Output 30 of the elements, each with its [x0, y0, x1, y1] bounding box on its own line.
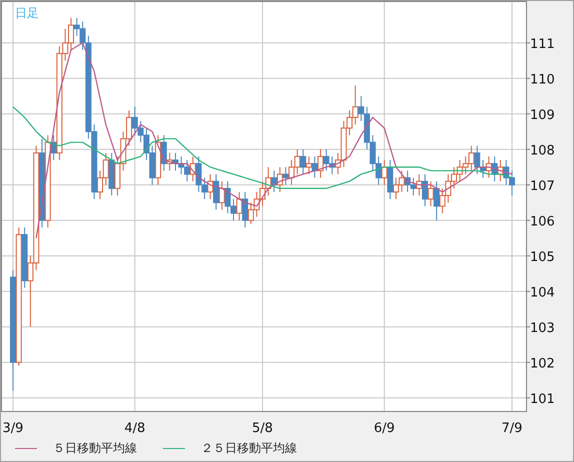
candlestick [422, 174, 428, 207]
candlestick [282, 166, 289, 186]
axis-label: 108 [530, 143, 555, 158]
legend-label: ５日移動平均線 [53, 440, 137, 457]
candlestick [300, 148, 306, 175]
candlestick [242, 191, 248, 228]
axis-label: 110 [530, 72, 555, 88]
axis-label: 5/8 [252, 421, 273, 435]
chart-title: 日足 [15, 6, 39, 20]
axis-label: 104 [530, 285, 555, 300]
axis-label: 109 [530, 108, 555, 123]
axis-label: 103 [530, 320, 555, 336]
axis-label: 101 [530, 392, 555, 407]
axis-label: 102 [530, 356, 555, 372]
axis-label: 105 [530, 250, 555, 265]
candlestick [312, 156, 318, 178]
axis-label: 4/8 [124, 421, 146, 435]
candlestick [318, 148, 324, 178]
axis-label: 111 [530, 36, 555, 52]
candlestick [434, 180, 440, 221]
candlestick [213, 174, 220, 210]
candlestick [474, 145, 480, 175]
axis-label: 106 [530, 214, 555, 230]
legend-label: ２５日移動平均線 [201, 440, 297, 457]
axis-label: 6/9 [374, 421, 395, 435]
axis-label: 107 [530, 178, 555, 194]
axis-label: 3/9 [2, 421, 24, 435]
candlestick [428, 180, 434, 207]
axis-label: 7/9 [502, 421, 522, 435]
candlestick [306, 156, 312, 175]
